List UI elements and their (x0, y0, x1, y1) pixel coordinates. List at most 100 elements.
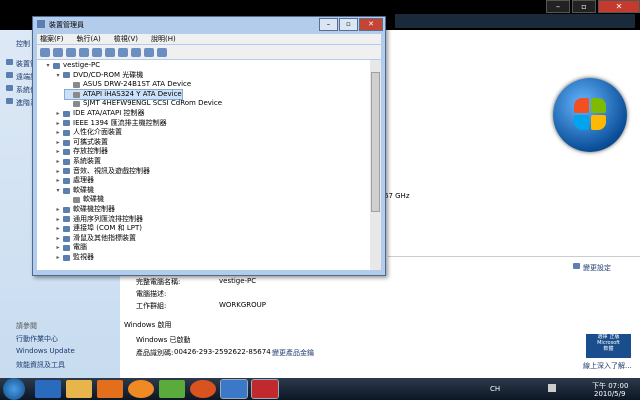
tree-item[interactable]: ▸ 存放控制器 (55, 147, 108, 157)
menu-file[interactable]: 檔案(F) (37, 34, 64, 44)
category-icon (63, 187, 70, 194)
workgroup-value: WORKGROUP (219, 301, 267, 309)
ie-icon[interactable] (35, 380, 61, 398)
vertical-scrollbar[interactable] (370, 60, 381, 270)
tree-item-label: IDE ATA/ATAPI 控制器 (73, 109, 145, 117)
expand-toggle-icon[interactable]: ▸ (55, 234, 61, 244)
menu-help[interactable]: 說明(H) (148, 34, 176, 44)
tree-item[interactable]: ▸ 人性化介面裝置 (55, 128, 122, 138)
media-player-icon[interactable] (97, 380, 123, 398)
taskbar: CH 下午 07:00 2010/5/9 (0, 378, 640, 400)
expand-toggle-icon[interactable]: ▸ (55, 253, 61, 263)
menu-bar: 檔案(F) 執行(A) 檢視(V) 說明(H) (37, 34, 381, 44)
tree-item[interactable]: ▸ IDE ATA/ATAPI 控制器 (55, 109, 145, 119)
expand-toggle-icon[interactable]: ▸ (55, 205, 61, 215)
tree-item[interactable]: ATAPI iHAS324 Y ATA Device (64, 88, 183, 101)
control-panel-icon[interactable] (220, 379, 248, 399)
expand-toggle-icon[interactable]: ▸ (55, 109, 61, 119)
category-icon (63, 177, 70, 184)
tree-item[interactable]: ▾ 軟碟機 (55, 186, 94, 196)
expand-toggle-icon[interactable]: ▸ (55, 128, 61, 138)
tree-item[interactable]: ▸ 連接埠 (COM 和 LPT) (55, 224, 142, 234)
expand-toggle-icon[interactable]: ▸ (55, 243, 61, 253)
device-manager-window: 裝置管理員 – ▫ ✕ 檔案(F) 執行(A) 檢視(V) 說明(H) ▾ ves… (32, 16, 386, 276)
expand-toggle-icon[interactable]: ▾ (55, 186, 61, 196)
expand-toggle-icon[interactable]: ▸ (55, 176, 61, 186)
show-hidden-icon[interactable] (79, 47, 89, 57)
change-key-link[interactable]: 變更產品金鑰 (272, 348, 314, 358)
product-id-value: 00426-293-2592622-85674 (174, 348, 271, 356)
uninstall-icon[interactable] (131, 47, 141, 57)
expand-toggle-icon[interactable]: ▸ (55, 157, 61, 167)
firefox-icon[interactable] (190, 380, 216, 398)
sidebar-header[interactable]: 控制 (16, 39, 30, 49)
menu-view[interactable]: 檢視(V) (111, 34, 138, 44)
close-button[interactable]: ✕ (598, 0, 640, 13)
toolbox-icon[interactable] (251, 379, 279, 399)
disable-icon[interactable] (157, 47, 167, 57)
scan-hardware-icon[interactable] (144, 47, 154, 57)
forward-icon[interactable] (53, 47, 63, 57)
expand-toggle-icon[interactable]: ▾ (55, 71, 61, 81)
device-manager-titlebar[interactable]: 裝置管理員 – ▫ ✕ (33, 17, 385, 33)
category-icon (63, 235, 70, 242)
maximize-button[interactable]: ▫ (339, 18, 358, 31)
maximize-button[interactable]: ▫ (572, 0, 596, 13)
tree-item[interactable]: ▸ 音效、視訊及遊戲控制器 (55, 167, 150, 177)
expand-toggle-icon[interactable]: ▸ (55, 167, 61, 177)
scrollbar-thumb[interactable] (371, 72, 380, 212)
tree-item[interactable]: SJMT 4HEFW9ENGL SCSI CdRom Device (65, 99, 222, 109)
tree-item[interactable]: ▸ 處理器 (55, 176, 94, 186)
back-icon[interactable] (40, 47, 50, 57)
computer-icon (53, 62, 60, 69)
tree-item[interactable]: ▸ 通用序列匯流排控制器 (55, 215, 143, 225)
windows-update-link[interactable]: Windows Update (16, 347, 75, 355)
tree-item[interactable]: ASUS DRW-24B1ST ATA Device (65, 80, 191, 90)
tree-item[interactable]: ▸ 軟碟機控制器 (55, 205, 115, 215)
close-button[interactable]: ✕ (359, 18, 383, 31)
clock-date[interactable]: 2010/5/9 (594, 390, 625, 398)
app-orange-icon[interactable] (128, 380, 154, 398)
tree-item[interactable]: ▸ 可攜式裝置 (55, 138, 108, 148)
expand-toggle-icon[interactable]: ▸ (55, 224, 61, 234)
explorer-icon[interactable] (66, 380, 92, 398)
properties-icon[interactable] (92, 47, 102, 57)
menu-action[interactable]: 執行(A) (74, 34, 101, 44)
change-settings-link[interactable]: 變更設定 (571, 263, 611, 273)
genuine-link[interactable]: 線上深入了解... (583, 361, 632, 371)
start-button[interactable] (3, 378, 25, 400)
expand-toggle-icon[interactable]: ▾ (45, 61, 51, 71)
computer-name-value: vestige-PC (219, 277, 257, 285)
tree-item-label: ATAPI iHAS324 Y ATA Device (83, 89, 182, 98)
category-icon (63, 129, 70, 136)
speaker-icon[interactable] (548, 384, 556, 392)
view-icon[interactable] (66, 47, 76, 57)
performance-link[interactable]: 效能資訊及工具 (16, 360, 65, 370)
tree-item[interactable]: ▾ vestige-PC (45, 61, 100, 71)
tree-item[interactable]: ▸ 監視器 (55, 253, 94, 263)
expand-toggle-icon[interactable]: ▸ (55, 147, 61, 157)
action-center-link[interactable]: 行動作業中心 (16, 334, 58, 344)
expand-toggle-icon[interactable]: ▸ (55, 215, 61, 225)
product-id-label: 產品識別碼: (136, 349, 174, 357)
tree-item[interactable]: ▸ 電腦 (55, 243, 87, 253)
tree-item[interactable]: ▸ 滑鼠及其他指標裝置 (55, 234, 136, 244)
category-icon (63, 139, 70, 146)
tree-item[interactable]: ▸ IEEE 1394 匯流排主機控制器 (55, 119, 166, 129)
minimize-button[interactable]: – (546, 0, 570, 13)
device-icon (73, 101, 80, 108)
see-also-label: 請參閱 (16, 322, 37, 330)
tree-item-label: 存放控制器 (73, 147, 108, 156)
expand-toggle-icon[interactable]: ▸ (55, 119, 61, 129)
audio-visual-band (395, 14, 635, 28)
language-indicator[interactable]: CH (490, 385, 500, 393)
help-icon[interactable] (105, 47, 115, 57)
messenger-icon[interactable] (159, 380, 185, 398)
tree-item[interactable]: 軟碟機 (65, 195, 104, 205)
expand-toggle-icon[interactable]: ▸ (55, 138, 61, 148)
tree-item-label: vestige-PC (63, 61, 101, 69)
tree-item[interactable]: ▾ DVD/CD-ROM 光碟機 (55, 71, 143, 81)
tree-item[interactable]: ▸ 系統裝置 (55, 157, 101, 167)
minimize-button[interactable]: – (319, 18, 338, 31)
update-driver-icon[interactable] (118, 47, 128, 57)
